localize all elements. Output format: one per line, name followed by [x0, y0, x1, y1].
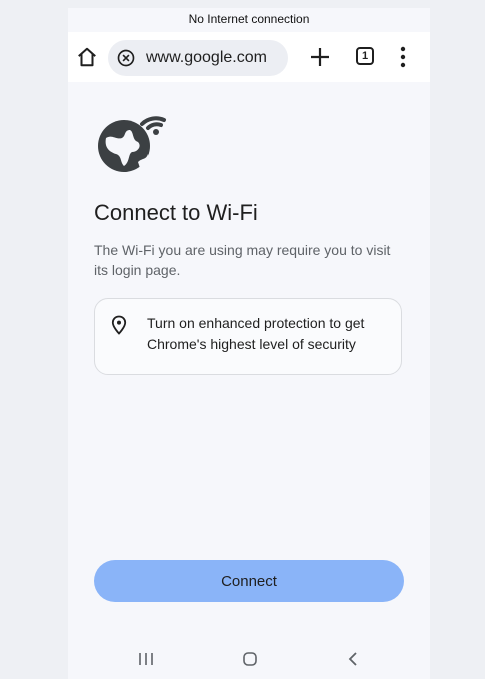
- plus-icon[interactable]: [308, 45, 332, 69]
- system-nav-bar: [68, 638, 430, 679]
- card-text[interactable]: Turn on enhanced protection to get Chrom…: [147, 313, 387, 355]
- status-message: No Internet connection: [188, 12, 310, 26]
- location-pin-icon: [111, 315, 127, 335]
- recents-icon[interactable]: [138, 652, 154, 666]
- not-secure-icon[interactable]: [116, 48, 136, 68]
- back-icon[interactable]: [348, 651, 358, 667]
- enhanced-protection-card[interactable]: Turn on enhanced protection to get Chrom…: [94, 298, 402, 375]
- url-text[interactable]: www.google.com: [146, 40, 267, 76]
- globe-wifi-icon: [98, 116, 166, 172]
- home-icon[interactable]: [76, 46, 98, 68]
- more-vert-icon[interactable]: [400, 46, 406, 68]
- status-bar: No Internet connection: [68, 8, 430, 30]
- tab-count: 1: [361, 50, 369, 62]
- page-title: Connect to Wi-Fi: [94, 200, 258, 225]
- browser-toolbar: www.google.com 1: [68, 32, 430, 82]
- phone-screen: No Internet connection www.google.com 1: [68, 8, 430, 679]
- page-description: The Wi-Fi you are using may require you …: [94, 242, 391, 278]
- address-bar[interactable]: www.google.com: [108, 40, 288, 76]
- page-content: Connect to Wi-Fi The Wi-Fi you are using…: [68, 82, 430, 679]
- page: No Internet connection www.google.com 1: [0, 0, 485, 679]
- tab-switcher-button[interactable]: 1: [356, 47, 374, 65]
- nav-home-icon[interactable]: [243, 652, 257, 666]
- connect-button[interactable]: Connect: [94, 560, 404, 602]
